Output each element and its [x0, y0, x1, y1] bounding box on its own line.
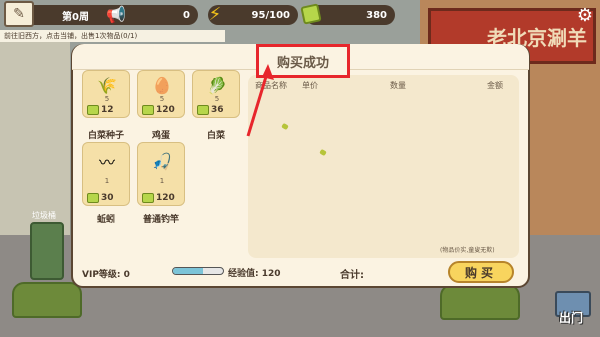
seed-packet-icon: 🌾 — [97, 75, 117, 95]
column-header-price: 单价 — [302, 81, 318, 90]
cash-icon — [87, 193, 99, 203]
trash-label: 垃圾桶 — [32, 211, 56, 220]
item-price: 120 — [142, 193, 175, 203]
item-price: 120 — [142, 105, 175, 115]
item-count: 1 — [104, 177, 110, 185]
item-price: 36 — [197, 105, 224, 115]
item-count: 5 — [214, 95, 220, 103]
item-name: 普通钓竿 — [142, 215, 179, 225]
item-name: 鸡蛋 — [151, 131, 170, 141]
vip-value: 0 — [123, 270, 130, 280]
buy-button[interactable]: 购买 — [448, 261, 514, 283]
column-header-amount: 金额 — [487, 81, 503, 90]
lightning-icon: ⚡ — [208, 3, 222, 25]
shop-item-cabbage-seed[interactable]: 🌾 5 12 — [82, 70, 130, 118]
price-value: 12 — [101, 105, 114, 115]
vip-level: VIP等级: 0 — [82, 267, 130, 280]
cash-icon — [197, 105, 209, 115]
cash-icon — [87, 105, 99, 115]
status-bar: 第0周 0 95/100 380 ✎ 📢 ⚡ ⚙ — [0, 0, 600, 30]
total-label: 合计: — [340, 270, 364, 281]
exp-value: 120 — [261, 269, 281, 279]
item-count: 5 — [159, 95, 165, 103]
exit-map-button[interactable]: 出门 — [551, 291, 595, 327]
column-header-quantity: 数量 — [390, 81, 406, 90]
cart-note: (物品价实,童叟无欺) — [440, 247, 495, 254]
item-count: 5 — [104, 95, 110, 103]
trash-can[interactable] — [30, 222, 64, 280]
shop-item-cabbage[interactable]: 🥬 5 36 — [192, 70, 240, 118]
vip-label: VIP等级: — [82, 270, 121, 280]
shop-item-worm[interactable]: 〰 1 30 — [82, 142, 130, 206]
hearts-value: 0 — [183, 9, 190, 21]
worm-icon: 〰 — [98, 153, 115, 172]
week-label: 第0周 — [62, 11, 89, 23]
shop-item-egg[interactable]: 🥚 5 120 — [137, 70, 185, 118]
notebook-icon[interactable]: ✎ — [4, 1, 34, 27]
horn-icon: 📢 — [106, 4, 126, 24]
quest-tracker[interactable]: 前往旧西方，点击当铺，出售1次物品(0/1) — [0, 30, 225, 42]
exit-label: 出门 — [559, 311, 584, 325]
cash-icon — [142, 105, 154, 115]
price-value: 120 — [156, 193, 175, 203]
bush-left — [12, 282, 82, 318]
bush-right — [440, 284, 520, 320]
energy-value: 95/100 — [251, 9, 290, 21]
price-value: 30 — [101, 193, 114, 203]
week-pill: 第0周 0 — [8, 5, 198, 25]
exp-progress-fill — [173, 268, 203, 274]
fishing-rod-icon: 🎣 — [152, 151, 172, 171]
exp-progress-bar — [172, 267, 224, 275]
egg-icon: 🥚 — [152, 75, 172, 95]
cash-icon — [142, 193, 154, 203]
cash-icon — [300, 3, 322, 25]
money-value: 380 — [366, 9, 387, 21]
annotation-arrow — [246, 64, 274, 137]
item-price: 12 — [87, 105, 114, 115]
exp-display: 经验值: 120 — [228, 266, 281, 279]
cabbage-icon: 🥬 — [207, 75, 227, 95]
item-name: 蚯蚓 — [96, 215, 115, 225]
exp-label: 经验值: — [228, 269, 259, 279]
item-name: 白菜种子 — [87, 131, 124, 141]
item-price: 30 — [87, 193, 114, 203]
item-count: 1 — [159, 177, 165, 185]
price-value: 36 — [211, 105, 224, 115]
item-name: 白菜 — [206, 131, 225, 141]
shop-item-fishing-rod[interactable]: 🎣 1 120 — [137, 142, 185, 206]
gear-icon[interactable]: ⚙ — [574, 4, 596, 26]
price-value: 120 — [156, 105, 175, 115]
